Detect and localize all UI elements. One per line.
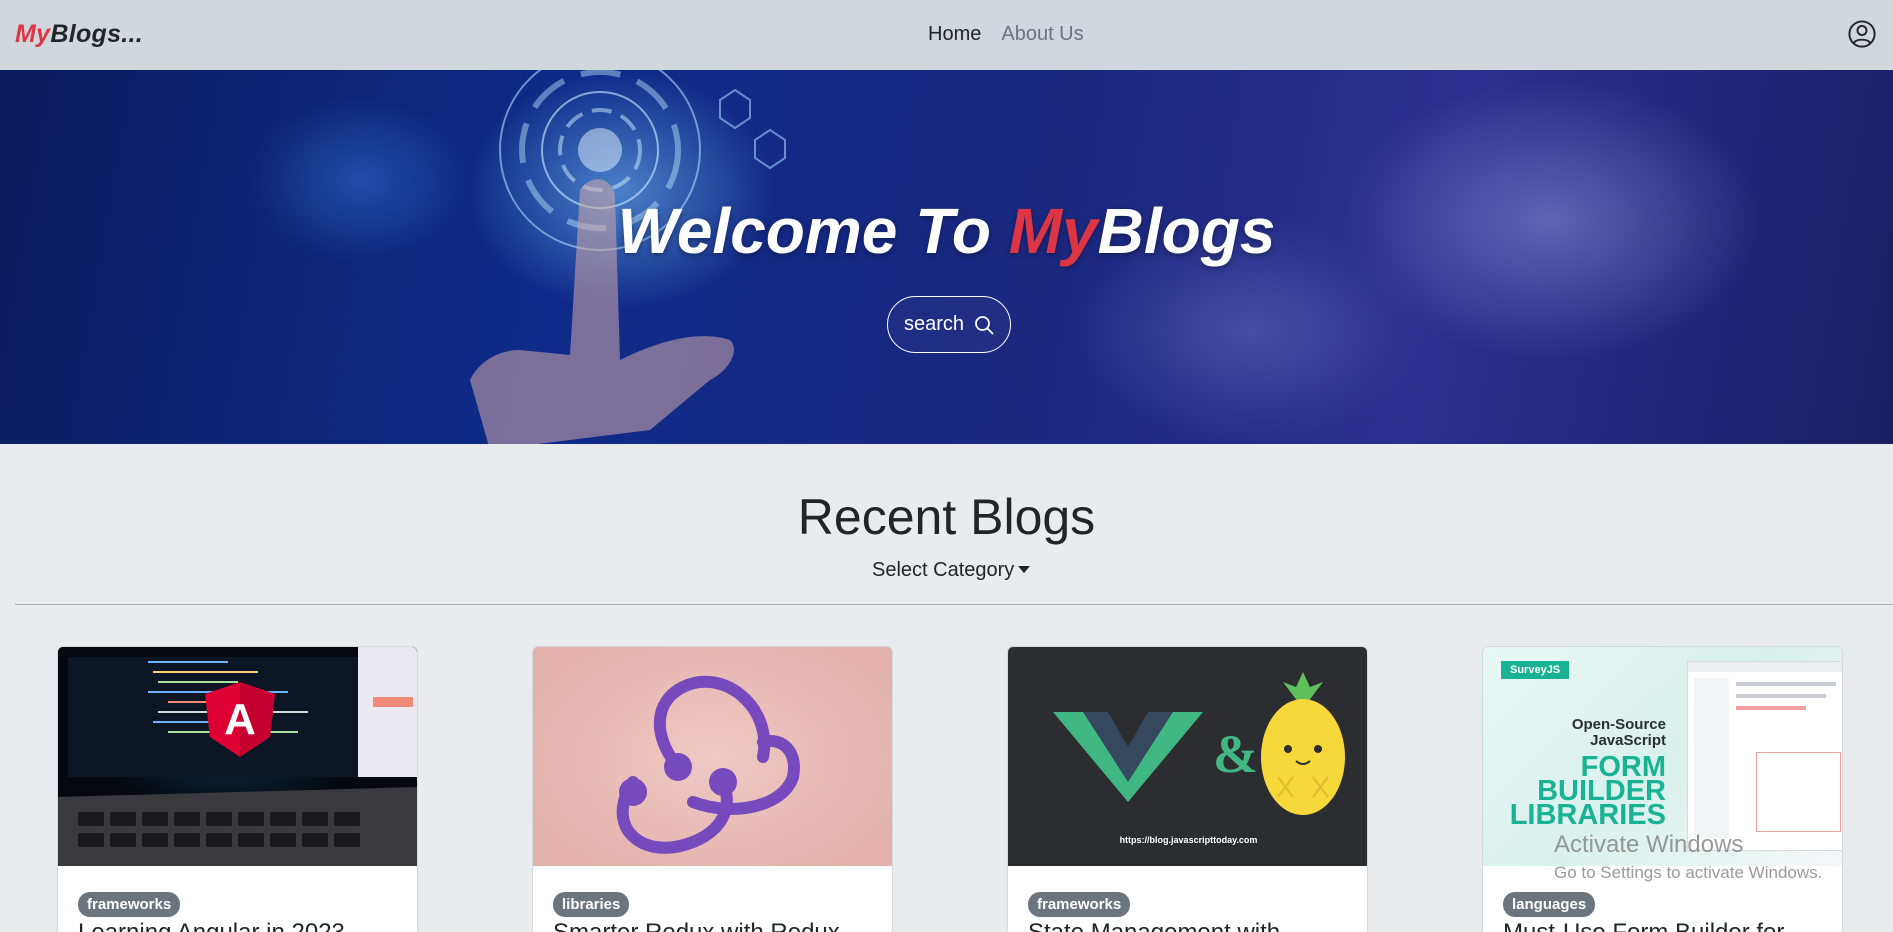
hero-hand-graphic [470, 179, 734, 444]
card-image-angular: A [58, 647, 417, 866]
person-circle-icon[interactable] [1848, 20, 1876, 48]
navbar: MyBlogs... Home About Us [0, 0, 1893, 70]
brand-logo[interactable]: MyBlogs... [15, 20, 143, 49]
svg-text:A: A [224, 695, 256, 744]
watermark-line2: Go to Settings to activate Windows. [1554, 863, 1823, 882]
category-badge[interactable]: frameworks [1028, 892, 1131, 917]
card-title[interactable]: Smarter Redux with Redux [553, 919, 840, 932]
card-image-url-text: https://blog.javascripttoday.com [1119, 835, 1258, 845]
form-big-title: FORM BUILDER LIBRARIES [1483, 753, 1666, 831]
svg-text:&: & [1213, 724, 1258, 784]
blog-card[interactable]: SurveyJS Open-Source JavaScript FORM BUI… [1482, 646, 1843, 932]
vue-pinia-logo-icon: & [1053, 672, 1345, 815]
brand-rest: Blogs... [50, 20, 144, 48]
category-dropdown[interactable]: Select Category [872, 559, 1031, 582]
blog-card[interactable]: & https://blog.javascripttoday.com frame… [1007, 646, 1368, 932]
card-title[interactable]: State Management with [1028, 919, 1280, 932]
category-badge[interactable]: frameworks [78, 892, 181, 917]
form-big-line3: LIBRARIES [1509, 799, 1666, 831]
category-badge[interactable]: libraries [553, 892, 630, 917]
brand-my: My [15, 20, 51, 48]
activate-windows-watermark: Activate Windows Go to Settings to activ… [1554, 831, 1822, 883]
form-preview-graphic [1687, 661, 1842, 851]
form-subtitle-line2: JavaScript [1590, 732, 1666, 749]
hero-title-suffix: Blogs [1097, 195, 1276, 267]
form-subtitle: Open-Source JavaScript [1483, 717, 1666, 749]
card-title[interactable]: Must-Use Form Builder for [1503, 919, 1784, 932]
nav-home-link[interactable]: Home [928, 23, 981, 46]
section-divider [15, 604, 1893, 605]
category-dropdown-label: Select Category [872, 559, 1015, 581]
redux-logo-icon [616, 675, 800, 854]
hero-title-my: My [1008, 195, 1098, 267]
angular-laptop-graphic: A [58, 647, 417, 866]
nav-about-link[interactable]: About Us [1001, 23, 1083, 46]
search-button-label: search [903, 313, 965, 335]
category-badge[interactable]: languages [1503, 892, 1596, 917]
blog-card[interactable]: A frameworks Learning Angular in 2023 [57, 646, 418, 932]
card-title[interactable]: Learning Angular in 2023 [78, 919, 345, 932]
search-icon [975, 315, 994, 334]
card-image-redux [533, 647, 892, 866]
nav-links: Home About Us [928, 23, 1084, 46]
form-subtitle-line1: Open-Source [1571, 716, 1666, 733]
card-image-vue-pinia: & https://blog.javascripttoday.com [1008, 647, 1367, 866]
search-button[interactable]: search [887, 296, 1011, 353]
blog-card[interactable]: libraries Smarter Redux with Redux [532, 646, 893, 932]
hero-banner: Welcome To MyBlogs search [0, 70, 1893, 444]
surveyjs-tag: SurveyJS [1501, 661, 1570, 679]
hero-title-prefix: Welcome To [617, 195, 1009, 267]
watermark-line1: Activate Windows [1554, 831, 1744, 858]
recent-blogs-heading: Recent Blogs [797, 489, 1096, 545]
hero-title: Welcome To MyBlogs [0, 194, 1893, 268]
caret-down-icon [1018, 566, 1031, 573]
